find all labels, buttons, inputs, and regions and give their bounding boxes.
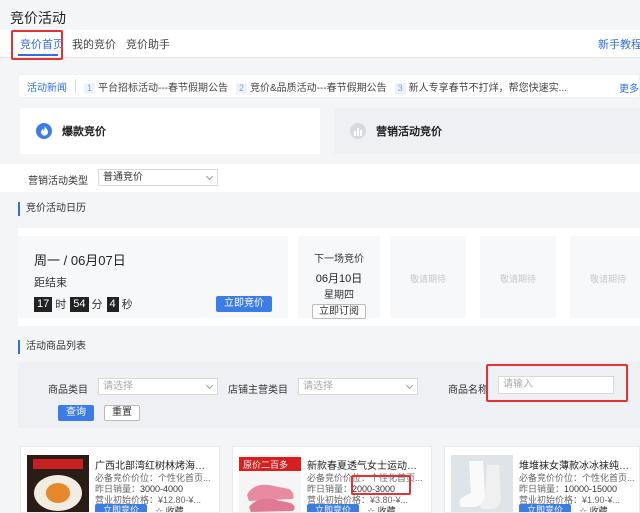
favorite-label: 收藏 bbox=[165, 506, 184, 513]
product-title[interactable]: 新款春夏透气女士运动鞋... bbox=[307, 457, 425, 472]
countdown-minutes: 54 bbox=[70, 296, 89, 312]
product-image bbox=[27, 455, 89, 512]
star-icon: ☆ bbox=[367, 506, 376, 513]
product-bid-button[interactable]: 立即竞价 bbox=[95, 504, 147, 512]
page-title: 竞价活动 bbox=[10, 10, 66, 26]
reset-button[interactable]: 重置 bbox=[104, 405, 140, 421]
activity-type-value: 普通竞价 bbox=[103, 172, 143, 183]
chevron-down-icon bbox=[205, 172, 214, 181]
store-category-placeholder: 请选择 bbox=[303, 381, 333, 392]
beginner-tutorial-link[interactable]: 新手教程 bbox=[598, 36, 640, 52]
favorite-button[interactable]: ☆ 收藏 bbox=[367, 504, 396, 513]
tab-bar: 竞价首页 我的竞价 竞价助手 新手教程 bbox=[0, 30, 640, 58]
chevron-down-icon bbox=[205, 381, 214, 390]
news-number: 1 bbox=[84, 82, 95, 94]
favorite-button[interactable]: ☆ 收藏 bbox=[579, 504, 608, 513]
bidding-calendar: 周一 / 06月07日 距结束 17 时 54 分 4 秒 立即竞价 下一场竞价… bbox=[18, 228, 640, 326]
favorite-label: 收藏 bbox=[589, 506, 608, 513]
product-name-label: 商品名称 bbox=[448, 385, 488, 396]
coming-soon-card: 敬请期待 bbox=[480, 236, 556, 318]
news-item[interactable]: 1 平台招标活动---春节假期公告 bbox=[84, 79, 228, 94]
countdown-unit: 分 bbox=[91, 299, 103, 311]
current-bidding-card: 周一 / 06月07日 距结束 17 时 54 分 4 秒 立即竞价 bbox=[18, 236, 288, 318]
countdown-timer: 17 时 54 分 4 秒 bbox=[34, 296, 137, 312]
product-title[interactable]: 堆堆袜女薄款冰冰袜纯白... bbox=[519, 457, 637, 472]
favorite-button[interactable]: ☆ 收藏 bbox=[155, 504, 184, 513]
bar-chart-icon bbox=[350, 123, 366, 139]
news-text: 竞价&品质活动---春节假期公告 bbox=[250, 82, 387, 94]
next-bidding-weekday: 星期四 bbox=[324, 290, 354, 301]
coming-soon-text: 敬请期待 bbox=[589, 274, 626, 284]
goods-card[interactable]: 广西北部湾红树林烤海鸭... 必备竞价价位：个性化首页... 昨日销量：3000… bbox=[20, 446, 220, 513]
news-text: 新人专享春节不打烊，帮您快速实... bbox=[408, 82, 568, 94]
activity-type-label: 营销活动类型 bbox=[28, 176, 88, 187]
marketing-bidding-tile[interactable]: 营销活动竞价 bbox=[334, 108, 640, 154]
news-number: 3 bbox=[394, 82, 406, 94]
tab-my-bids[interactable]: 我的竞价 bbox=[72, 36, 116, 52]
star-icon: ☆ bbox=[579, 506, 588, 513]
hot-bidding-label: 爆款竞价 bbox=[62, 126, 106, 138]
category-placeholder: 请选择 bbox=[103, 381, 133, 392]
countdown-unit: 秒 bbox=[121, 299, 133, 311]
star-icon: ☆ bbox=[155, 506, 164, 513]
highlight-box-sales bbox=[351, 475, 411, 495]
category-label: 商品类目 bbox=[48, 385, 88, 396]
news-item[interactable]: 3 新人专享春节不打烊，帮您快速实... bbox=[394, 79, 568, 94]
news-title: 活动新闻 bbox=[19, 78, 76, 94]
countdown-unit: 时 bbox=[55, 299, 67, 311]
product-image bbox=[451, 455, 513, 512]
countdown-label: 距结束 bbox=[34, 277, 67, 289]
news-more-link[interactable]: 更多 bbox=[619, 80, 639, 95]
news-text: 平台招标活动---春节假期公告 bbox=[98, 82, 228, 94]
coming-soon-card: 敬请期待 bbox=[570, 236, 640, 318]
store-category-select[interactable]: 请选择 bbox=[298, 378, 418, 395]
next-bidding-card: 下一场竞价 06月10日 星期四 立即订阅 bbox=[298, 236, 380, 319]
news-number: 2 bbox=[236, 82, 247, 94]
countdown-hours: 17 bbox=[34, 296, 53, 312]
activity-type-filter: 营销活动类型 普通竞价 bbox=[0, 164, 640, 192]
coming-soon-card: 敬请期待 bbox=[390, 236, 466, 318]
marketing-bidding-label: 营销活动竞价 bbox=[376, 126, 442, 138]
news-bar: 活动新闻 1 平台招标活动---春节假期公告 2 竞价&品质活动---春节假期公告 … bbox=[18, 74, 640, 98]
tab-bidding-assistant[interactable]: 竞价助手 bbox=[126, 36, 170, 52]
coming-soon-text: 敬请期待 bbox=[409, 274, 446, 284]
favorite-label: 收藏 bbox=[377, 506, 396, 513]
bid-now-button[interactable]: 立即竞价 bbox=[216, 296, 272, 312]
goods-card[interactable]: 堆堆袜女薄款冰冰袜纯白... 必备竞价价位：个性化首页... 昨日销量：1000… bbox=[444, 446, 640, 513]
countdown-seconds: 4 bbox=[106, 296, 119, 312]
next-bidding-title: 下一场竞价 bbox=[314, 254, 364, 265]
highlight-box-name-input bbox=[486, 364, 628, 402]
chevron-down-icon bbox=[405, 381, 414, 390]
query-button[interactable]: 查询 bbox=[58, 405, 94, 421]
calendar-section-title: 竞价活动日历 bbox=[18, 202, 86, 216]
product-image: 原价二百多 bbox=[239, 455, 301, 512]
product-image-caption: 原价二百多 bbox=[243, 460, 289, 470]
hot-bidding-tile[interactable]: 爆款竞价 bbox=[20, 108, 320, 154]
coming-soon-text: 敬请期待 bbox=[499, 274, 536, 284]
news-item[interactable]: 2 竞价&品质活动---春节假期公告 bbox=[236, 79, 387, 94]
activity-type-select[interactable]: 普通竞价 bbox=[98, 169, 218, 186]
product-title[interactable]: 广西北部湾红树林烤海鸭... bbox=[95, 457, 213, 472]
highlight-box-tab bbox=[11, 30, 63, 60]
flame-icon bbox=[36, 123, 52, 139]
subscribe-button[interactable]: 立即订阅 bbox=[312, 304, 366, 319]
goods-section-title: 活动商品列表 bbox=[18, 340, 86, 354]
product-bid-button[interactable]: 立即竞价 bbox=[307, 504, 359, 512]
current-bidding-date: 周一 / 06月07日 bbox=[34, 253, 126, 268]
category-select[interactable]: 请选择 bbox=[98, 378, 218, 395]
next-bidding-date: 06月10日 bbox=[315, 273, 363, 285]
store-category-label: 店铺主营类目 bbox=[228, 385, 288, 396]
product-bid-button[interactable]: 立即竞价 bbox=[519, 504, 571, 512]
